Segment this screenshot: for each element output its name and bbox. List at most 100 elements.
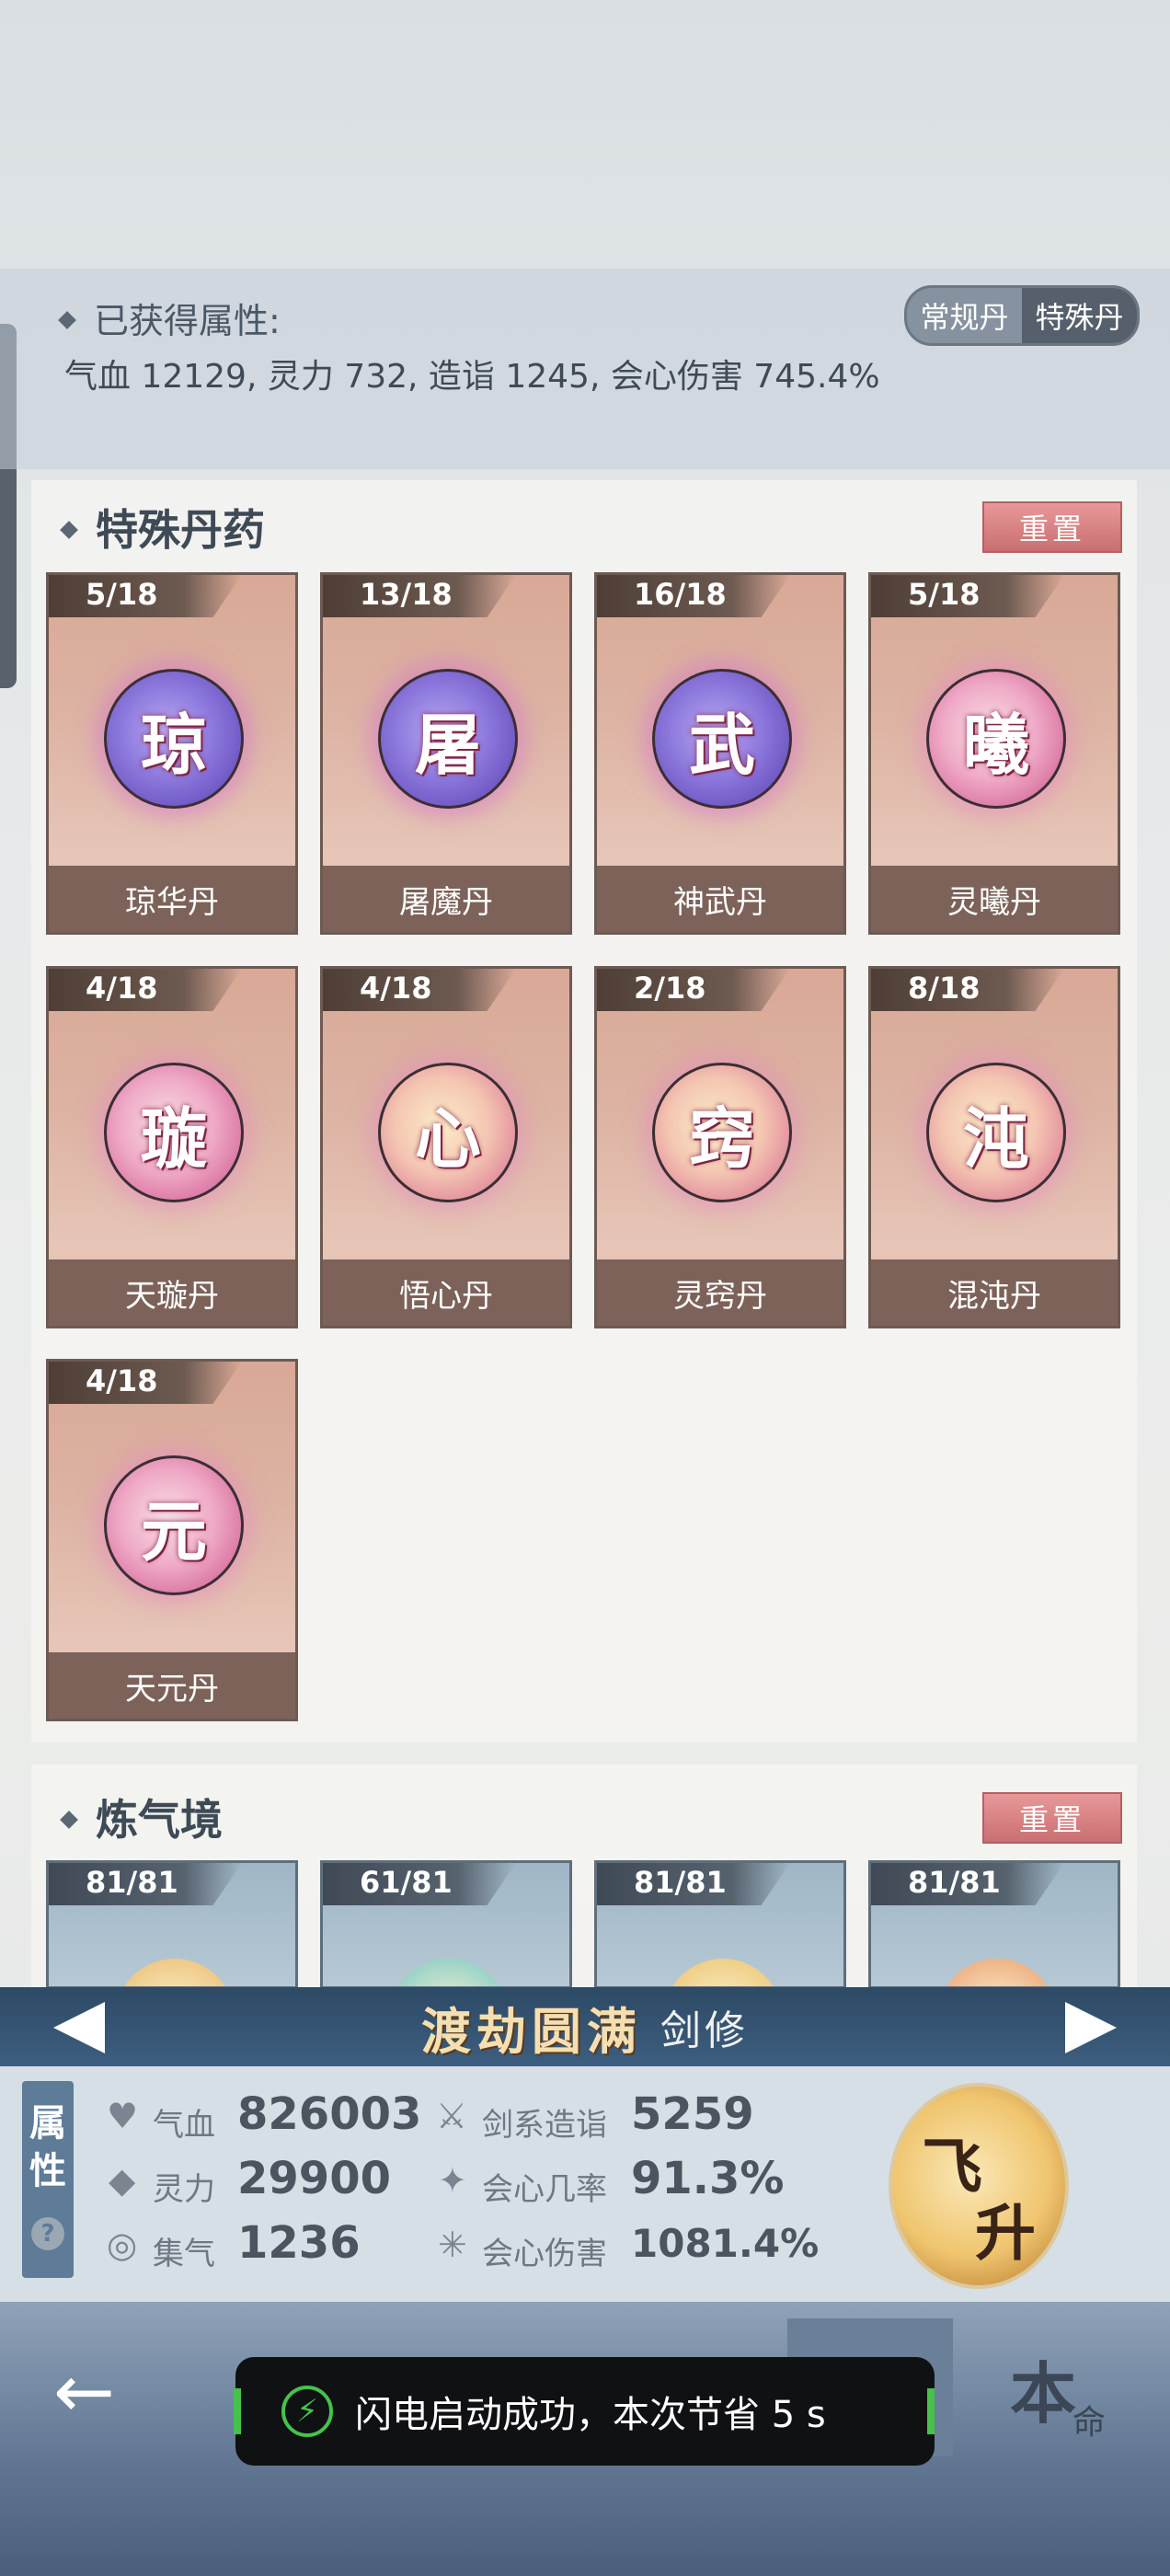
drop-icon: ◆ [109,2160,136,2201]
pill-orb-icon: 窍 [652,1063,792,1202]
tab-ben[interactable]: 本命 [960,2318,1126,2456]
pill-name: 灵曦丹 [871,866,1118,932]
stat-value-crit-dmg: 1081.4% [631,2221,820,2266]
pill-orb-icon [937,1959,1057,1986]
pill-name: 屠魔丹 [323,866,569,932]
stat-label-lingli: 灵力 [153,2171,215,2208]
stat-value-qixue: 826003 [237,2088,422,2140]
special-pills-title-text: 特殊丹药 [96,505,265,555]
special-pills-title: 特殊丹药 [60,497,265,558]
swirl-icon: ◎ [107,2225,138,2265]
pill-count: 4/18 [86,1363,158,1398]
realm-title: 渡劫圆满 剑修 [0,1987,1170,2066]
pill-orb-icon [663,1959,783,1986]
pill-orb-icon: 元 [104,1455,244,1595]
pill-count: 4/18 [86,971,158,1006]
qi-reset-button[interactable]: 重置 [982,1792,1122,1844]
pill-name: 混沌丹 [871,1259,1118,1326]
pill-card[interactable]: 16/18 武神武丹 [594,572,846,935]
pill-orb-icon [115,1959,235,1986]
next-realm-arrow-icon[interactable] [1065,2002,1117,2053]
pill-orb-icon: 琼 [104,669,244,809]
stat-label-jiqi: 集气 [153,2236,215,2272]
tab-ben-label: 本 [1009,2353,1076,2432]
sword-icon: ⚔ [436,2096,468,2136]
pill-orb-icon: 屠 [378,669,518,809]
special-reset-button[interactable]: 重置 [982,501,1122,553]
pill-count: 81/81 [634,1865,727,1900]
pill-type-toggle: 常规丹 特殊丹 [904,285,1140,346]
stat-value-jiqi: 1236 [237,2217,361,2269]
pill-name: 神武丹 [597,866,843,932]
pill-name: 天元丹 [49,1652,295,1719]
pill-count: 13/18 [360,577,453,612]
pill-count: 5/18 [86,577,158,612]
realm-name: 渡劫圆满 [421,2002,642,2061]
help-icon[interactable]: ? [31,2217,64,2250]
toast-edge [927,2388,935,2434]
lightning-icon: ⚡ [281,2386,333,2437]
pill-card[interactable]: 5/18 琼琼华丹 [46,572,298,935]
qi-pill-card[interactable]: 61/81 [320,1860,572,1989]
pill-count: 8/18 [908,971,981,1006]
toast-text: 闪电启动成功，本次节省 5 s [355,2394,826,2436]
pill-orb-icon: 沌 [926,1063,1066,1202]
tab-ben-sublabel: 命 [1072,2404,1106,2442]
toast-notification: ⚡ 闪电启动成功，本次节省 5 s [235,2357,935,2466]
attribute-values: 气血 12129, 灵力 732, 造诣 1245, 会心伤害 745.4% [64,358,880,396]
attribute-title-text: 已获得属性: [94,301,281,341]
ascend-label: 飞 升 [889,2083,1069,2289]
qi-pill-card[interactable]: 81/81 [46,1860,298,1989]
tab-special-pill[interactable]: 特殊丹 [1022,288,1137,343]
stat-label-qixue: 气血 [153,2107,215,2144]
pill-card[interactable]: 4/18 心悟心丹 [320,966,572,1328]
pill-orb-icon [389,1959,509,1986]
pill-count: 16/18 [634,577,727,612]
pill-card[interactable]: 2/18 窍灵窍丹 [594,966,846,1328]
qi-section-title-text: 炼气境 [96,1795,223,1845]
back-arrow-icon[interactable]: ← [53,2355,145,2429]
crit-rate-icon: ✦ [438,2160,467,2201]
qi-section-title: 炼气境 [60,1787,223,1847]
pill-name: 悟心丹 [323,1259,569,1326]
tab-regular-pill[interactable]: 常规丹 [907,288,1022,343]
diamond-icon [60,1810,78,1829]
realm-class: 剑修 [660,2007,749,2054]
pill-count: 5/18 [908,577,981,612]
qi-pill-card[interactable]: 81/81 [868,1860,1120,1989]
pill-card[interactable]: 5/18 曦灵曦丹 [868,572,1120,935]
pill-count: 2/18 [634,971,706,1006]
pill-card[interactable]: 4/18 璇天璇丹 [46,966,298,1328]
ascend-label-part: 升 [975,2197,1036,2269]
pill-orb-icon: 心 [378,1063,518,1202]
pill-name: 天璇丹 [49,1259,295,1326]
stats-side-label: 属性 [29,2102,66,2192]
ascend-label-part: 飞 [922,2131,982,2202]
stat-value-zaoyi: 5259 [631,2088,754,2140]
pill-card[interactable]: 4/18 元天元丹 [46,1359,298,1721]
diamond-icon [58,310,76,329]
pill-orb-icon: 曦 [926,669,1066,809]
stats-side-tab[interactable]: 属性 ? [22,2081,74,2278]
pill-count: 81/81 [908,1865,1001,1900]
pill-card[interactable]: 8/18 沌混沌丹 [868,966,1120,1328]
stat-value-lingli: 29900 [237,2153,391,2204]
qi-pill-card[interactable]: 81/81 [594,1860,846,1989]
pill-orb-icon: 璇 [104,1063,244,1202]
ascend-button[interactable]: 飞 升 [889,2083,1069,2289]
pill-count: 4/18 [360,971,432,1006]
stat-label-crit-dmg: 会心伤害 [482,2236,607,2272]
stat-label-crit-rate: 会心几率 [482,2171,607,2208]
pill-orb-icon: 武 [652,669,792,809]
diamond-icon [60,520,78,539]
attribute-summary-title: 已获得属性: [58,293,281,343]
prev-realm-arrow-icon[interactable] [53,2002,105,2053]
pill-name: 琼华丹 [49,866,295,932]
stat-value-crit-rate: 91.3% [631,2153,785,2204]
pill-name: 灵窍丹 [597,1259,843,1326]
pill-card[interactable]: 13/18 屠屠魔丹 [320,572,572,935]
pill-count: 81/81 [86,1865,178,1900]
pill-count: 61/81 [360,1865,453,1900]
burst-icon: ✳ [438,2225,467,2265]
heart-icon: ♥ [107,2096,139,2136]
